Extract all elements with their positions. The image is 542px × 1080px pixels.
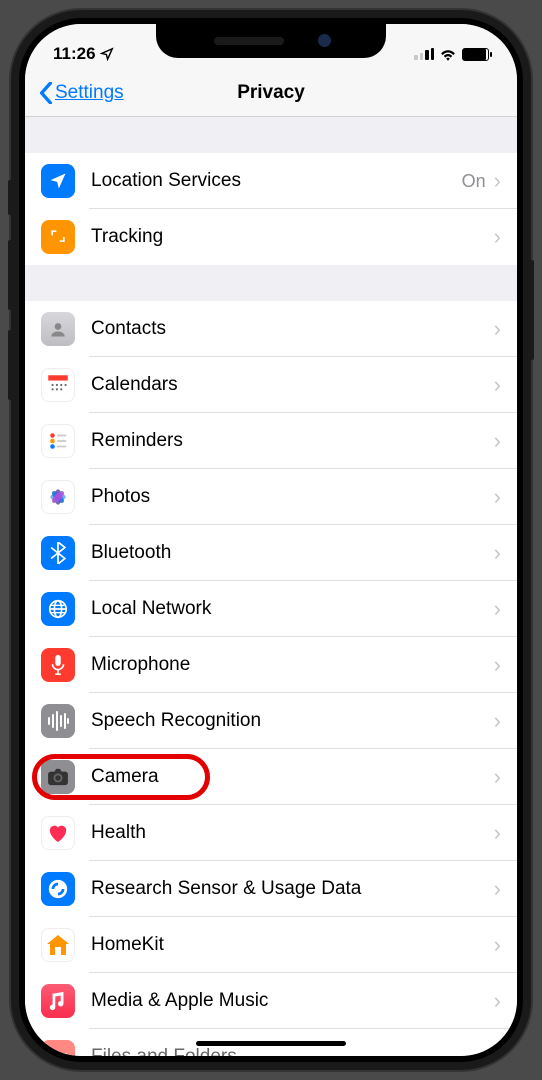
bluetooth-icon <box>41 536 75 570</box>
row-reminders[interactable]: Reminders › <box>25 413 517 469</box>
row-label: Speech Recognition <box>91 710 494 732</box>
row-label: Research Sensor & Usage Data <box>91 878 494 900</box>
chevron-right-icon: › <box>494 540 501 566</box>
power-button <box>530 260 534 360</box>
local-network-icon <box>41 592 75 626</box>
chevron-left-icon <box>39 82 53 104</box>
section-gap <box>25 265 517 301</box>
row-label: Camera <box>91 766 494 788</box>
chevron-right-icon: › <box>494 224 501 250</box>
row-label: Photos <box>91 486 494 508</box>
section-1: Location Services On › Tracking › <box>25 153 517 265</box>
calendar-icon <box>41 368 75 402</box>
chevron-right-icon: › <box>494 484 501 510</box>
tracking-icon <box>41 220 75 254</box>
chevron-right-icon: › <box>494 168 501 194</box>
photos-icon <box>41 480 75 514</box>
row-label: Location Services <box>91 170 462 192</box>
row-label: Contacts <box>91 318 494 340</box>
row-label: Media & Apple Music <box>91 990 494 1012</box>
chevron-right-icon: › <box>494 988 501 1014</box>
nav-bar: Settings Privacy <box>25 74 517 117</box>
row-label: Local Network <box>91 598 494 620</box>
row-speech-recognition[interactable]: Speech Recognition › <box>25 693 517 749</box>
row-tracking[interactable]: Tracking › <box>25 209 517 265</box>
camera-icon <box>41 760 75 794</box>
cellular-signal-icon <box>414 48 434 61</box>
status-time: 11:26 <box>53 44 96 64</box>
speech-recognition-icon <box>41 704 75 738</box>
research-icon <box>41 872 75 906</box>
chevron-right-icon: › <box>494 708 501 734</box>
health-icon <box>41 816 75 850</box>
row-contacts[interactable]: Contacts › <box>25 301 517 357</box>
chevron-right-icon: › <box>494 428 501 454</box>
row-location-services[interactable]: Location Services On › <box>25 153 517 209</box>
row-research[interactable]: Research Sensor & Usage Data › <box>25 861 517 917</box>
row-label: Reminders <box>91 430 494 452</box>
chevron-right-icon: › <box>494 1044 501 1056</box>
row-microphone[interactable]: Microphone › <box>25 637 517 693</box>
row-homekit[interactable]: HomeKit › <box>25 917 517 973</box>
chevron-right-icon: › <box>494 652 501 678</box>
row-local-network[interactable]: Local Network › <box>25 581 517 637</box>
screen: 11:26 Settings Privacy <box>25 24 517 1056</box>
chevron-right-icon: › <box>494 876 501 902</box>
volume-up-button <box>8 240 12 310</box>
location-indicator-icon <box>100 47 114 61</box>
row-label: HomeKit <box>91 934 494 956</box>
row-label: Tracking <box>91 226 494 248</box>
chevron-right-icon: › <box>494 596 501 622</box>
row-calendars[interactable]: Calendars › <box>25 357 517 413</box>
row-bluetooth[interactable]: Bluetooth › <box>25 525 517 581</box>
row-label: Microphone <box>91 654 494 676</box>
location-arrow-icon <box>41 164 75 198</box>
phone-frame: 11:26 Settings Privacy <box>11 10 531 1070</box>
section-gap <box>25 117 517 153</box>
row-label: Bluetooth <box>91 542 494 564</box>
chevron-right-icon: › <box>494 372 501 398</box>
chevron-right-icon: › <box>494 932 501 958</box>
mute-switch <box>8 180 12 215</box>
volume-down-button <box>8 330 12 400</box>
wifi-icon <box>439 47 457 61</box>
chevron-right-icon: › <box>494 316 501 342</box>
row-label: Health <box>91 822 494 844</box>
row-label: Files and Folders <box>91 1046 494 1056</box>
page-title: Privacy <box>237 82 305 104</box>
back-button-label: Settings <box>55 82 124 104</box>
section-2: Contacts › Calendars › Reminders › <box>25 301 517 1056</box>
row-media-music[interactable]: Media & Apple Music › <box>25 973 517 1029</box>
music-icon <box>41 984 75 1018</box>
files-folders-icon <box>41 1040 75 1056</box>
home-indicator[interactable] <box>196 1041 346 1046</box>
row-camera[interactable]: Camera › <box>25 749 517 805</box>
row-value: On <box>462 171 486 192</box>
contacts-icon <box>41 312 75 346</box>
battery-icon <box>462 48 489 61</box>
reminders-icon <box>41 424 75 458</box>
microphone-icon <box>41 648 75 682</box>
back-button[interactable]: Settings <box>39 82 124 104</box>
homekit-icon <box>41 928 75 962</box>
row-photos[interactable]: Photos › <box>25 469 517 525</box>
row-health[interactable]: Health › <box>25 805 517 861</box>
chevron-right-icon: › <box>494 764 501 790</box>
chevron-right-icon: › <box>494 820 501 846</box>
notch <box>156 24 386 58</box>
row-label: Calendars <box>91 374 494 396</box>
